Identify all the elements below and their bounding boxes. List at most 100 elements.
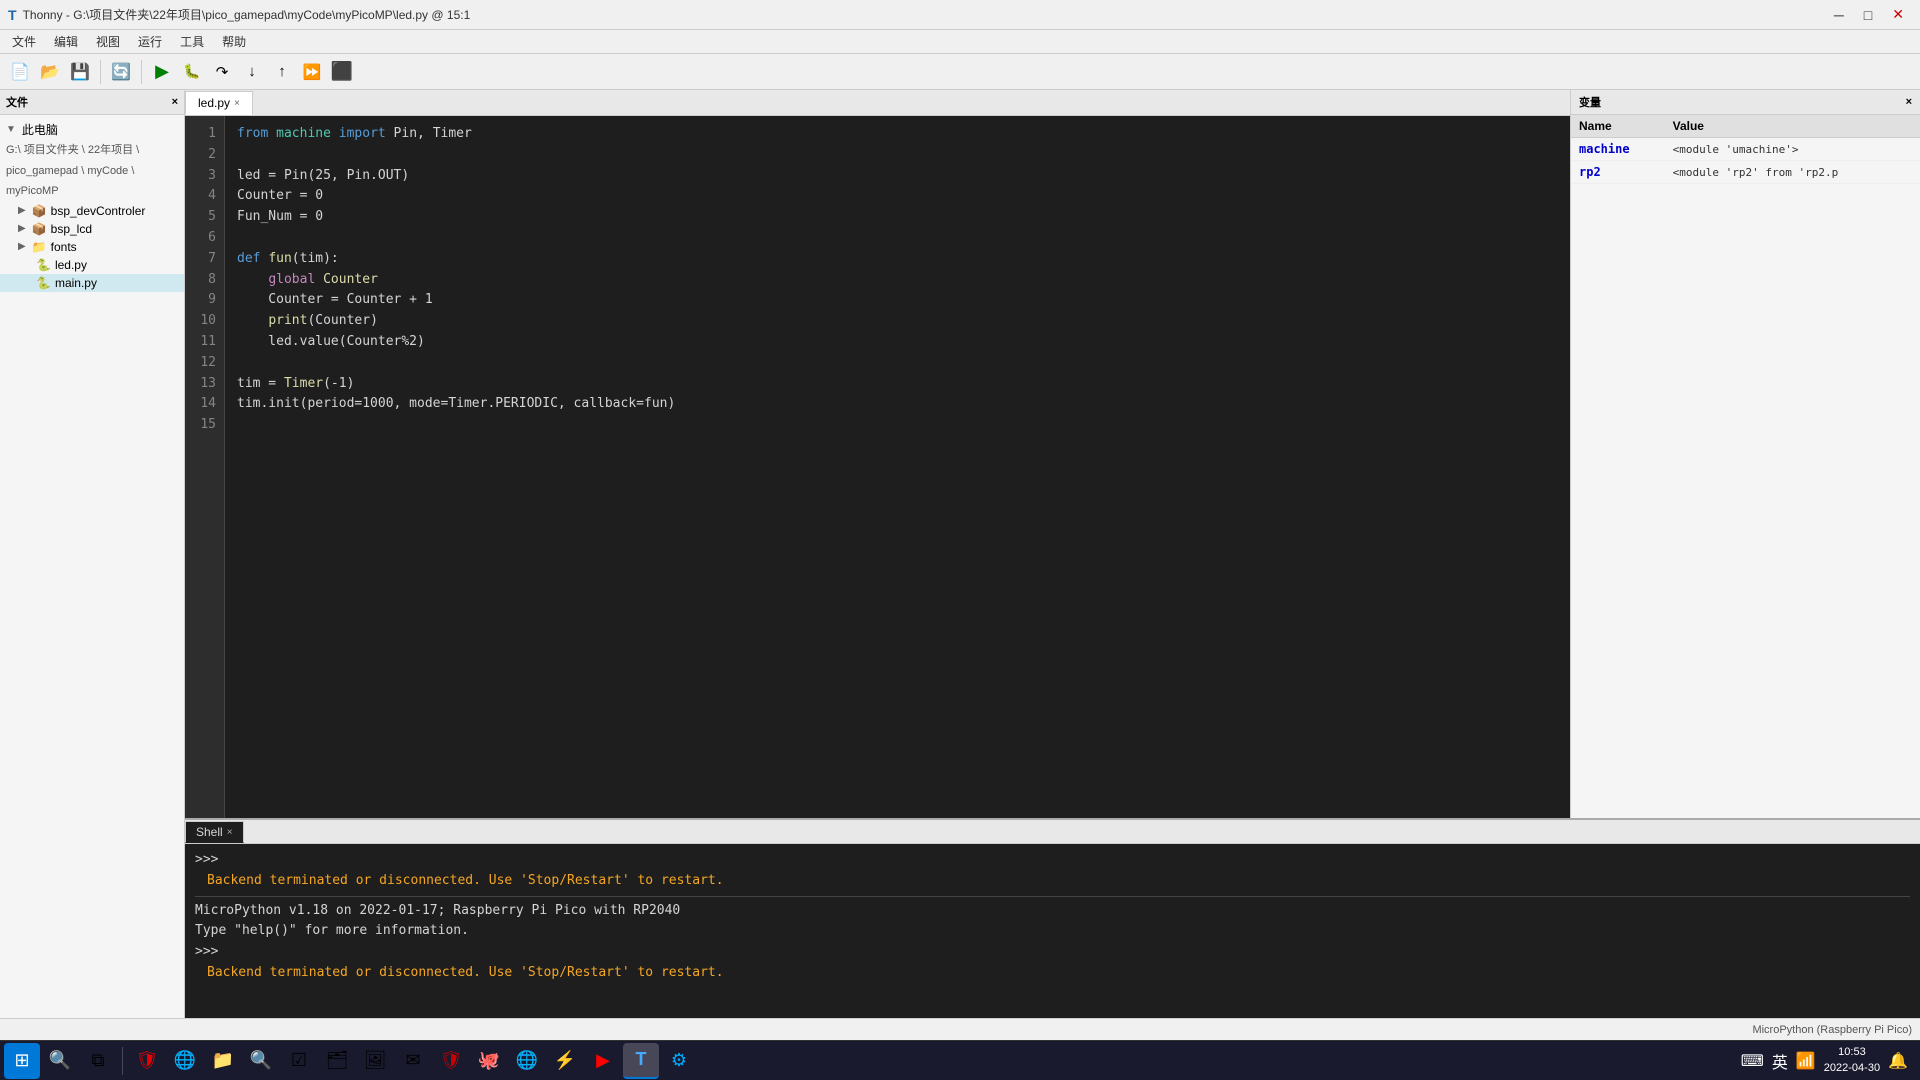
clock-date: 2022-04-30 <box>1824 1061 1880 1076</box>
sidebar-title: 文件 <box>6 94 28 110</box>
tab-shell[interactable]: Shell × <box>185 821 244 843</box>
var-name-machine: machine <box>1571 138 1665 161</box>
tray-network-icon[interactable]: 📶 <box>1796 1051 1816 1071</box>
taskbar: ⊞ 🔍 ⧉ 🛡 🌐 📁 🔍 ☑ 🗂 🖼 ✉ 🛡 🐙 🌐 ⚡ ▶ T ⚙ ⌨ 英 … <box>0 1040 1920 1080</box>
taskbar-app-antivirus[interactable]: 🛡 <box>433 1043 469 1079</box>
shell-tab-close[interactable]: × <box>227 827 233 838</box>
line-num-7: 7 <box>193 249 216 270</box>
col-name: Name <box>1571 115 1665 138</box>
title-text: Thonny - G:\项目文件夹\22年项目\pico_gamepad\myC… <box>23 6 471 23</box>
menu-tools[interactable]: 工具 <box>172 31 212 52</box>
new-file-button[interactable]: 📄 <box>6 58 34 86</box>
step-out-button[interactable]: ↑ <box>268 58 296 86</box>
sidebar-item-led-py[interactable]: 🐍 led.py <box>0 256 184 274</box>
line-num-2: 2 <box>193 145 216 166</box>
title-bar: T Thonny - G:\项目文件夹\22年项目\pico_gamepad\m… <box>0 0 1920 30</box>
tab-led-py[interactable]: led.py × <box>185 91 253 115</box>
menu-run[interactable]: 运行 <box>130 31 170 52</box>
run-button[interactable]: ▶ <box>148 58 176 86</box>
taskbar-start-button[interactable]: ⊞ <box>4 1043 40 1079</box>
sidebar-label-bsp-dev: bsp_devControler <box>51 204 146 218</box>
menu-edit[interactable]: 编辑 <box>46 31 86 52</box>
open-file-button[interactable]: 📂 <box>36 58 64 86</box>
sidebar-item-bsp-lcd[interactable]: ▶ 📦 bsp_lcd <box>0 220 184 238</box>
shell-prompt-2: >>> <box>195 944 218 959</box>
sidebar-this-computer[interactable]: ▼ 此电脑 <box>0 119 184 140</box>
variables-collapse-icon[interactable]: × <box>1906 96 1912 108</box>
var-value-machine: <module 'umachine'> <box>1665 138 1920 161</box>
step-into-button[interactable]: ↓ <box>238 58 266 86</box>
taskbar-app-tasks[interactable]: ☑ <box>281 1043 317 1079</box>
close-button[interactable]: ✕ <box>1884 4 1912 25</box>
taskbar-app-edge[interactable]: 🌐 <box>167 1043 203 1079</box>
menu-file[interactable]: 文件 <box>4 31 44 52</box>
debug-button[interactable]: 🐛 <box>178 58 206 86</box>
code-editor[interactable]: 1 2 3 4 5 6 7 8 9 10 11 12 13 14 <box>185 116 1570 818</box>
shell-separator-1 <box>195 896 1910 897</box>
shell-content[interactable]: >>> Backend terminated or disconnected. … <box>185 844 1920 1018</box>
taskbar-app-widgets[interactable]: 🗂 <box>319 1043 355 1079</box>
taskbar-app-photos[interactable]: 🖼 <box>357 1043 393 1079</box>
bottom-panel: Shell × >>> Backend terminated or discon… <box>185 818 1920 1018</box>
shell-line-5: >>> <box>195 942 1910 963</box>
taskbar-taskview-button[interactable]: ⧉ <box>80 1043 116 1079</box>
sidebar-item-bsp-dev[interactable]: ▶ 📦 bsp_devControler <box>0 202 184 220</box>
variables-title: 变量 <box>1579 94 1601 110</box>
menu-view[interactable]: 视图 <box>88 31 128 52</box>
shell-line-2: Backend terminated or disconnected. Use … <box>195 871 1910 892</box>
sidebar-item-fonts[interactable]: ▶ 📁 fonts <box>0 238 184 256</box>
table-row[interactable]: machine <module 'umachine'> <box>1571 138 1920 161</box>
tray-keyboard-icon[interactable]: ⌨ <box>1741 1051 1764 1071</box>
taskbar-app-media[interactable]: ▶ <box>585 1043 621 1079</box>
sidebar-path2: pico_gamepad \ myCode \ <box>0 161 184 182</box>
table-row[interactable]: rp2 <module 'rp2' from 'rp2.p <box>1571 161 1920 184</box>
tray-lang-icon[interactable]: 英 <box>1772 1049 1788 1073</box>
tab-close-icon[interactable]: × <box>234 98 240 109</box>
taskbar-app-security[interactable]: 🛡 <box>129 1043 165 1079</box>
clock-time: 10:53 <box>1824 1045 1880 1060</box>
taskbar-app-thonny[interactable]: T <box>623 1043 659 1079</box>
taskbar-app-explorer[interactable]: 📁 <box>205 1043 241 1079</box>
stop-button[interactable]: ⬛ <box>328 58 356 86</box>
menu-help[interactable]: 帮助 <box>214 31 254 52</box>
taskbar-app-mail[interactable]: ✉ <box>395 1043 431 1079</box>
status-bar: MicroPython (Raspberry Pi Pico) <box>0 1018 1920 1040</box>
sidebar-item-main-py[interactable]: 🐍 main.py <box>0 274 184 292</box>
sidebar-tree: ▼ 此电脑 G:\ 项目文件夹 \ 22年项目 \ pico_gamepad \… <box>0 115 184 1018</box>
code-content[interactable]: from machine import Pin, Timer led = Pin… <box>225 116 1570 818</box>
shell-line-4: Type "help()" for more information. <box>195 921 1910 942</box>
taskbar-search-button[interactable]: 🔍 <box>42 1043 78 1079</box>
shell-error-2: Backend terminated or disconnected. Use … <box>207 965 724 980</box>
shell-line-1: >>> <box>195 850 1910 871</box>
sidebar-collapse-icon[interactable]: × <box>172 96 178 108</box>
taskbar-app-chrome[interactable]: 🌐 <box>509 1043 545 1079</box>
taskbar-app-search2[interactable]: 🔍 <box>243 1043 279 1079</box>
save-file-button[interactable]: 💾 <box>66 58 94 86</box>
line-num-6: 6 <box>193 228 216 249</box>
step-over-button[interactable]: ↷ <box>208 58 236 86</box>
maximize-button[interactable]: □ <box>1856 4 1880 25</box>
toolbar-sep-2 <box>141 60 142 84</box>
tab-shell-label: Shell <box>196 825 223 839</box>
taskbar-app-arduino[interactable]: ⚙ <box>661 1043 697 1079</box>
shell-tabs: Shell × <box>185 820 1920 844</box>
shell-error-1: Backend terminated or disconnected. Use … <box>207 873 724 888</box>
var-value-rp2: <module 'rp2' from 'rp2.p <box>1665 161 1920 184</box>
variables-panel: 变量 × Name Value machine <module 'umachin… <box>1570 90 1920 818</box>
shell-line-3: MicroPython v1.18 on 2022-01-17; Raspber… <box>195 901 1910 922</box>
editor-shell-top: led.py × 1 2 3 4 5 6 7 8 9 1 <box>185 90 1920 818</box>
resume-button[interactable]: ⏩ <box>298 58 326 86</box>
minimize-button[interactable]: ─ <box>1826 4 1852 25</box>
reload-button[interactable]: 🔄 <box>107 58 135 86</box>
sidebar-path1: G:\ 项目文件夹 \ 22年项目 \ <box>0 140 184 161</box>
line-num-10: 10 <box>193 311 216 332</box>
shell-line-6: Backend terminated or disconnected. Use … <box>195 963 1910 984</box>
line-num-14: 14 <box>193 394 216 415</box>
variables-table: Name Value machine <module 'umachine'> r… <box>1571 115 1920 184</box>
clock[interactable]: 10:53 2022-04-30 <box>1824 1045 1880 1076</box>
line-num-11: 11 <box>193 332 216 353</box>
file-icon-led: 🐍 <box>36 258 51 272</box>
tray-notification-icon[interactable]: 🔔 <box>1888 1051 1908 1071</box>
taskbar-app-github[interactable]: 🐙 <box>471 1043 507 1079</box>
taskbar-app-vscode[interactable]: ⚡ <box>547 1043 583 1079</box>
